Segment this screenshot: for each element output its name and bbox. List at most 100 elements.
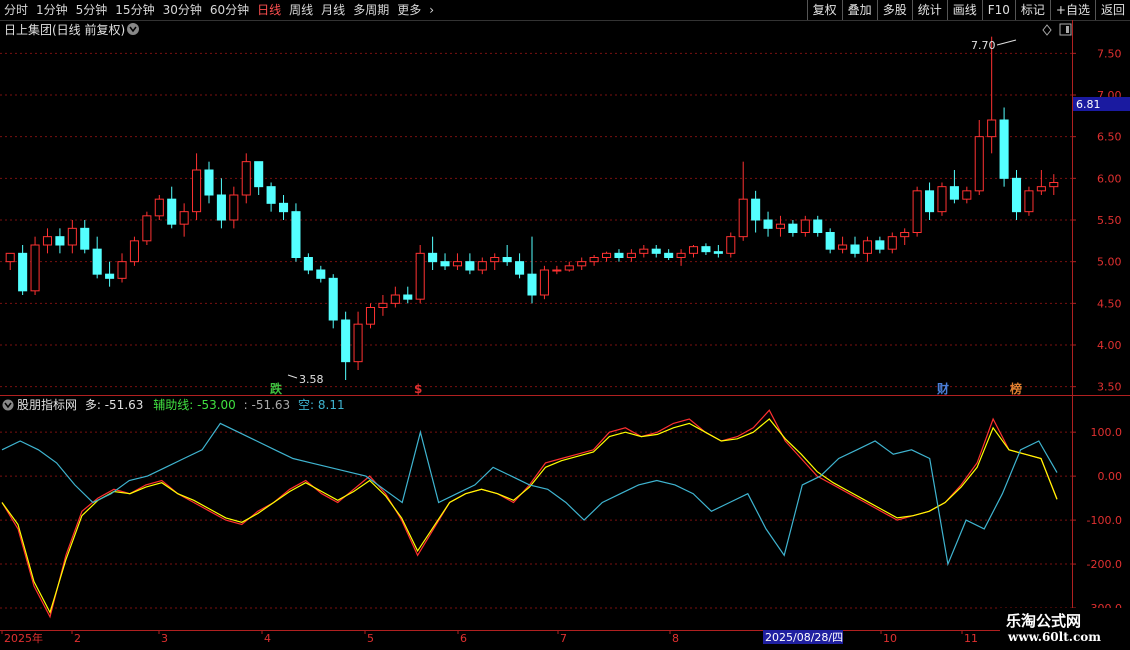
candle-body (850, 244, 860, 254)
tool-button-5[interactable]: F10 (981, 0, 1015, 20)
chevron-right-icon[interactable]: › (425, 0, 438, 20)
tool-button-8[interactable]: 返回 (1094, 0, 1130, 20)
fuzhu-label: 辅助线: (153, 398, 193, 412)
x-label-7: 8 (672, 632, 679, 645)
kong-value: 8.11 (318, 398, 345, 412)
event-markers: 跌 $ 财 榜 (270, 381, 1022, 396)
candle-body (452, 261, 462, 267)
candle-body (602, 252, 612, 258)
extra-value: : -51.63 (244, 398, 291, 412)
x-label-0: 2025年 (4, 631, 43, 645)
top-toolbar: 分时 1分钟 5分钟 15分钟 30分钟 60分钟 日线 周线 月线 多周期 更多 › 复权 叠加 多股统… (0, 0, 1130, 21)
cursor-date: 2025/08/28/四 (765, 631, 843, 644)
candlestick-series (5, 36, 1059, 380)
candle-body (875, 240, 885, 250)
tool-button-6[interactable]: 标记 (1014, 0, 1050, 20)
event-marker-1[interactable]: $ (414, 382, 422, 396)
candle-body (738, 198, 748, 238)
candle-body (925, 190, 935, 213)
candle-body (30, 244, 40, 292)
window-toggle-icon[interactable] (1059, 23, 1072, 36)
chevron-down-icon[interactable] (2, 399, 14, 411)
candle-body (18, 252, 28, 292)
svg-text:股朋指标网 多: -51.63: 股朋指标网 多: -51.63 辅助线: -53.00 : -51.63 空: … (17, 397, 345, 412)
candle-body (192, 169, 202, 213)
candle-body (838, 244, 848, 250)
indicator-tick-1: 0.00 (1098, 470, 1123, 483)
tool-button-7[interactable]: +自选 (1049, 0, 1095, 20)
candle-body (589, 257, 599, 263)
current-price-label: 6.81 (1076, 98, 1101, 111)
candle-body (999, 119, 1009, 179)
period-tab-7[interactable]: 周线 (285, 0, 317, 20)
period-tab-1[interactable]: 1分钟 (32, 0, 72, 20)
candle-body (614, 252, 624, 258)
candle-body (378, 302, 388, 309)
candle-body (949, 186, 959, 200)
candle-body (701, 246, 711, 253)
period-tabs: 分时 1分钟 5分钟 15分钟 30分钟 60分钟 日线 周线 月线 多周期 更多 › (0, 0, 438, 20)
candle-body (278, 202, 289, 213)
diamond-icon[interactable] (1042, 24, 1052, 36)
candle-body (154, 198, 164, 217)
event-marker-3[interactable]: 榜 (1010, 381, 1022, 396)
candle-body (639, 248, 649, 254)
candle-body (117, 261, 127, 279)
candle-body (564, 265, 574, 271)
candle-body (1024, 190, 1034, 213)
tool-button-2[interactable]: 多股 (876, 0, 912, 20)
period-tab-8[interactable]: 月线 (317, 0, 349, 20)
period-tab-5[interactable]: 60分钟 (206, 0, 253, 20)
candle-body (726, 236, 736, 254)
candle-body (80, 227, 90, 250)
candle-body (527, 273, 537, 296)
candle-body (900, 232, 910, 238)
indicator-line-0 (1, 409, 1058, 619)
price-tick-3: 6.00 (1097, 172, 1122, 185)
event-marker-0[interactable]: 跌 (270, 381, 283, 396)
period-tab-4[interactable]: 30分钟 (159, 0, 206, 20)
chart-title: 日上集团(日线 前复权) (4, 22, 125, 37)
duo-value: -51.63 (105, 398, 144, 412)
indicator-name: 股朋指标网 (17, 397, 77, 412)
candle-body (365, 307, 376, 325)
candle-body (142, 215, 152, 242)
candle-body (887, 236, 897, 250)
candle-body (974, 136, 984, 192)
high-price-label: 7.70 (971, 39, 996, 52)
axes: 7.507.006.506.005.505.004.504.003.50100.… (0, 20, 1130, 645)
indicator-tick-3: -200.0 (1087, 558, 1122, 571)
tool-button-0[interactable]: 复权 (806, 0, 842, 20)
candle-body (664, 252, 674, 258)
period-tab-3[interactable]: 15分钟 (111, 0, 158, 20)
candle-body (303, 257, 313, 271)
candle-body (962, 190, 972, 200)
low-pointer (287, 374, 298, 379)
indicator-legend: 股朋指标网 多: -51.63 辅助线: -53.00 : -51.63 空: … (2, 397, 345, 412)
chevron-down-icon[interactable] (127, 23, 139, 35)
tool-button-3[interactable]: 统计 (911, 0, 947, 20)
candle-body (415, 252, 425, 300)
candle-body (539, 269, 549, 296)
candle-body (5, 252, 15, 263)
candle-body (515, 261, 525, 275)
watermark-title: 乐淘公式网 (1006, 612, 1082, 630)
kong-label: 空: (298, 398, 314, 412)
period-tab-2[interactable]: 5分钟 (72, 0, 112, 20)
tool-button-4[interactable]: 画线 (946, 0, 982, 20)
candle-body (1011, 177, 1022, 213)
x-label-4: 5 (367, 632, 374, 645)
candle-body (751, 198, 761, 221)
period-tab-9[interactable]: 多周期 (349, 0, 393, 20)
candle-body (92, 248, 102, 275)
watermark: 乐淘公式网 www.60lt.com (1000, 608, 1130, 650)
event-marker-2[interactable]: 财 (936, 381, 949, 396)
price-tick-7: 4.00 (1097, 339, 1122, 352)
period-tab-0[interactable]: 分时 (0, 0, 32, 20)
fuzhu-value: -53.00 (197, 398, 236, 412)
candle-body (477, 261, 487, 271)
indicator-tick-0: 100.0 (1091, 426, 1123, 439)
period-tab-10[interactable]: 更多 (393, 0, 425, 20)
tool-button-1[interactable]: 叠加 (841, 0, 877, 20)
period-tab-6[interactable]: 日线 (253, 0, 285, 20)
